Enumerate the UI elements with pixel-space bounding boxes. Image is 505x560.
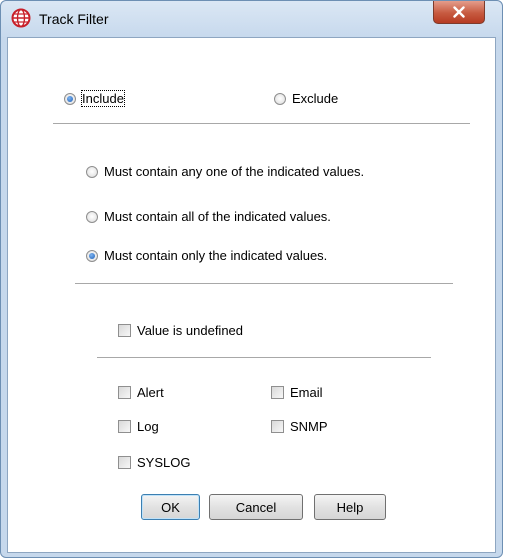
snmp-label: SNMP bbox=[290, 419, 328, 434]
snmp-option[interactable]: SNMP bbox=[271, 419, 328, 434]
email-label: Email bbox=[290, 385, 323, 400]
match-only-label: Must contain only the indicated values. bbox=[104, 248, 328, 263]
alert-option[interactable]: Alert bbox=[118, 385, 164, 400]
alert-checkbox[interactable] bbox=[118, 386, 131, 399]
track-filter-dialog: Track Filter Include Exclude Must contai… bbox=[0, 0, 503, 558]
log-checkbox[interactable] bbox=[118, 420, 131, 433]
match-only-radio[interactable] bbox=[86, 249, 98, 262]
separator bbox=[53, 123, 470, 124]
exclude-label: Exclude bbox=[292, 91, 339, 106]
separator bbox=[75, 283, 453, 284]
syslog-checkbox[interactable] bbox=[118, 456, 131, 469]
exclude-radio[interactable] bbox=[274, 92, 286, 105]
match-all-label: Must contain all of the indicated values… bbox=[104, 209, 331, 224]
match-all-radio[interactable] bbox=[86, 210, 98, 223]
cancel-button[interactable]: Cancel bbox=[209, 494, 303, 520]
match-all-option[interactable]: Must contain all of the indicated values… bbox=[86, 209, 331, 224]
match-any-option[interactable]: Must contain any one of the indicated va… bbox=[86, 164, 364, 179]
ok-button[interactable]: OK bbox=[141, 494, 200, 520]
match-any-label: Must contain any one of the indicated va… bbox=[104, 164, 365, 179]
log-option[interactable]: Log bbox=[118, 419, 159, 434]
dialog-body: Include Exclude Must contain any one of … bbox=[7, 37, 496, 553]
value-undefined-label: Value is undefined bbox=[137, 323, 244, 338]
include-option[interactable]: Include bbox=[64, 90, 125, 107]
snmp-checkbox[interactable] bbox=[271, 420, 284, 433]
separator bbox=[97, 357, 431, 358]
match-only-option[interactable]: Must contain only the indicated values. bbox=[86, 248, 327, 263]
syslog-option[interactable]: SYSLOG bbox=[118, 455, 190, 470]
window-title: Track Filter bbox=[39, 11, 109, 27]
exclude-option[interactable]: Exclude bbox=[274, 91, 338, 106]
match-any-radio[interactable] bbox=[86, 165, 98, 178]
value-undefined-checkbox[interactable] bbox=[118, 324, 131, 337]
include-radio[interactable] bbox=[64, 92, 76, 105]
close-icon bbox=[453, 6, 465, 18]
syslog-label: SYSLOG bbox=[137, 455, 191, 470]
alert-label: Alert bbox=[137, 385, 164, 400]
email-option[interactable]: Email bbox=[271, 385, 323, 400]
title-bar[interactable]: Track Filter bbox=[1, 1, 502, 37]
log-label: Log bbox=[137, 419, 159, 434]
email-checkbox[interactable] bbox=[271, 386, 284, 399]
help-button[interactable]: Help bbox=[314, 494, 386, 520]
close-button[interactable] bbox=[433, 1, 485, 24]
include-label: Include bbox=[81, 90, 125, 107]
globe-icon bbox=[11, 8, 31, 28]
value-undefined-option[interactable]: Value is undefined bbox=[118, 323, 243, 338]
